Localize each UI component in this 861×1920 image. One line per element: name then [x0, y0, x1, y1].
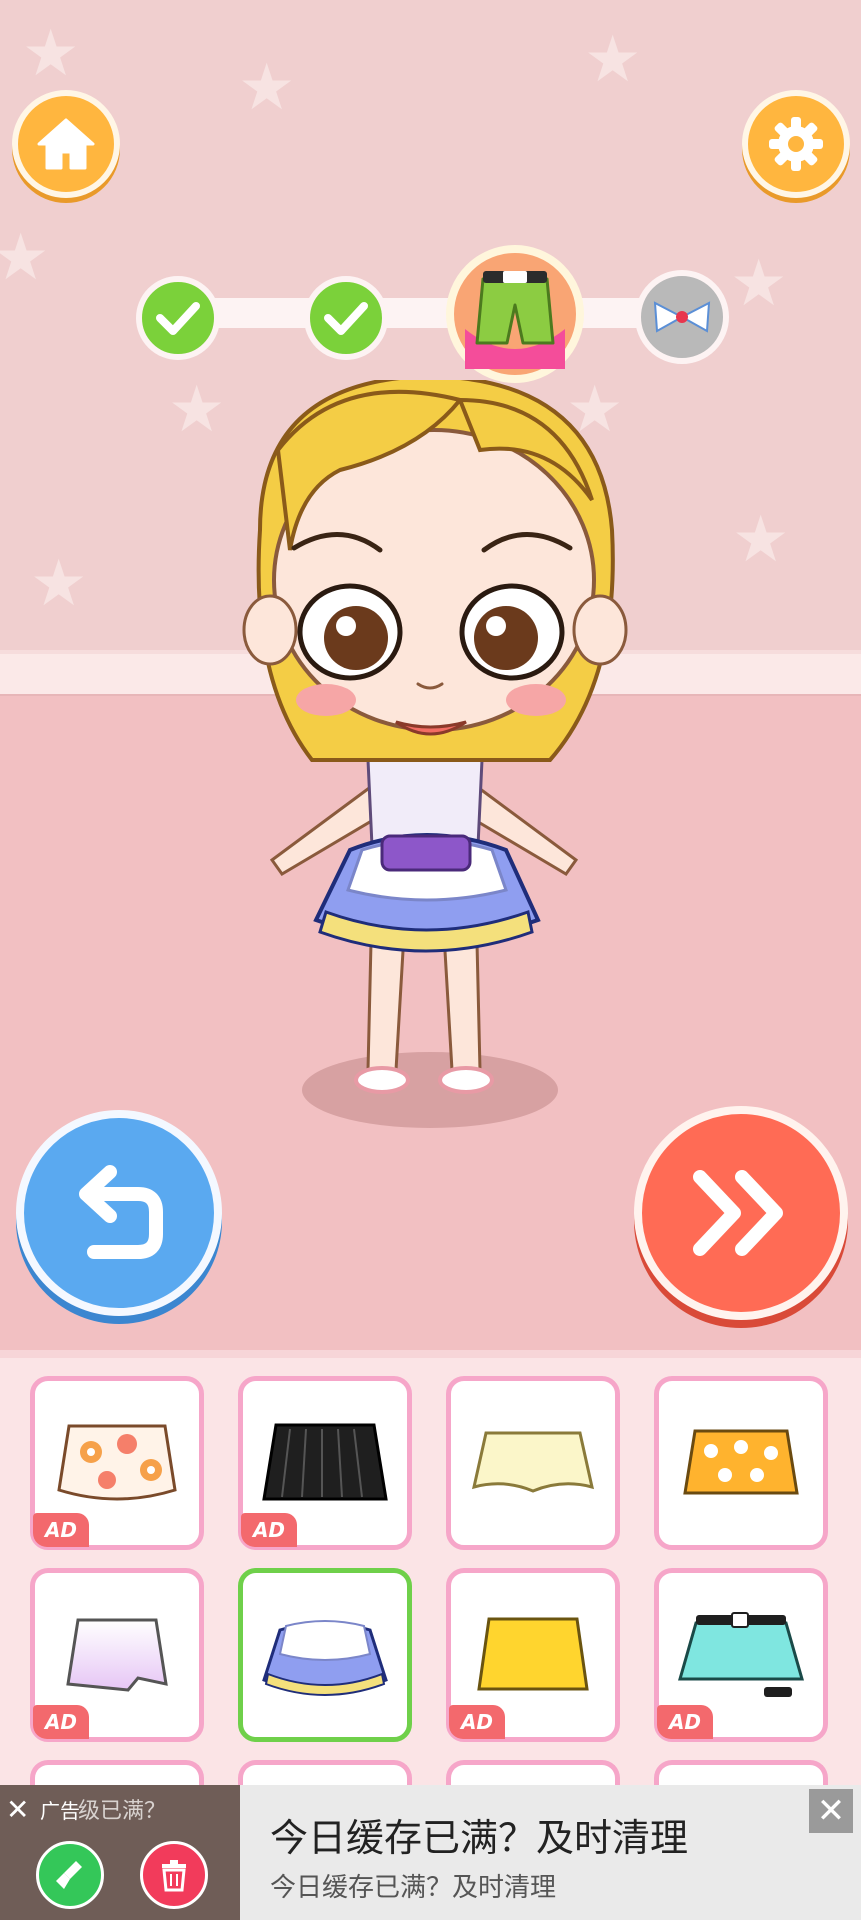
ad-banner[interactable]: ✕ 级已满？ 广告 今日缓存已满？及时清理 今日缓存已满？及时清理 ✕: [0, 1785, 861, 1920]
star-decoration: ★: [0, 221, 50, 295]
double-chevron-right-icon: [693, 1170, 783, 1256]
bow-icon: [653, 301, 711, 333]
blue-ruffle-skirt-icon: [262, 1620, 388, 1696]
star-decoration: ★: [584, 23, 642, 97]
ad-badge: AD: [241, 1513, 297, 1547]
item-yellow-skirt[interactable]: AD: [446, 1568, 620, 1742]
shorts-icon: [465, 271, 565, 369]
progress-track: [170, 298, 690, 328]
house-icon: [37, 118, 95, 170]
clean-button[interactable]: [36, 1841, 104, 1909]
yellow-skirt-icon: [477, 1617, 589, 1691]
ad-badge: AD: [33, 1513, 89, 1547]
doll-character: [242, 380, 628, 1128]
orange-polka-dot-skirt-icon: [683, 1429, 799, 1495]
doll-top: [366, 750, 484, 848]
dress-up-scene: ★ ★ ★ ★ ★ ★ ★ ★ ★: [0, 0, 861, 1350]
item-cream-skirt[interactable]: [446, 1376, 620, 1550]
item-teal-belted-skirt[interactable]: AD: [654, 1568, 828, 1742]
undo-button[interactable]: [16, 1110, 222, 1316]
ad-thumbnail: ✕ 级已满？ 广告: [0, 1785, 240, 1920]
wardrobe-panel: AD AD AD AD AD: [0, 1350, 861, 1793]
checkmark-icon: [324, 302, 368, 335]
item-black-pleated-skirt[interactable]: AD: [238, 1376, 412, 1550]
floral-skirt-icon: [57, 1424, 177, 1501]
ad-badge: AD: [657, 1705, 713, 1739]
item-floral-skirt[interactable]: AD: [30, 1376, 204, 1550]
star-decoration: ★: [732, 503, 790, 577]
progress-step-1: [136, 276, 220, 360]
settings-button[interactable]: [742, 90, 850, 198]
star-decoration: ★: [30, 547, 88, 621]
progress-step-2: [304, 276, 388, 360]
ad-badge: AD: [33, 1705, 89, 1739]
star-decoration: ★: [22, 17, 80, 91]
ad-faded-text: 级已满？: [78, 1799, 167, 1824]
ad-label: 广告: [40, 1799, 80, 1823]
undo-arrow-icon: [79, 1165, 163, 1259]
star-decoration: ★: [168, 373, 226, 447]
progress-step-upcoming: [635, 270, 729, 364]
ad-badge: AD: [449, 1705, 505, 1739]
doll-head: [242, 380, 628, 762]
close-icon[interactable]: ✕: [6, 1793, 29, 1826]
doll-shadow: [302, 1052, 558, 1128]
trash-icon: [162, 1860, 186, 1892]
doll-skirt: [313, 833, 541, 953]
item-lilac-skirt[interactable]: AD: [30, 1568, 204, 1742]
progress-step-current: [446, 245, 584, 383]
wardrobe-grid: AD AD AD AD AD: [30, 1376, 836, 1793]
ad-title[interactable]: 今日缓存已满？及时清理: [270, 1807, 688, 1862]
broom-icon: [56, 1861, 82, 1889]
cream-skirt-icon: [472, 1431, 594, 1493]
ad-subtitle[interactable]: 今日缓存已满？及时清理: [270, 1867, 556, 1904]
black-pleated-skirt-icon: [262, 1423, 388, 1501]
item-blue-ruffle-skirt[interactable]: [238, 1568, 412, 1742]
home-button[interactable]: [12, 90, 120, 198]
star-decoration: ★: [238, 51, 296, 125]
teal-belted-skirt-icon: [678, 1612, 804, 1697]
lilac-skirt-icon: [66, 1618, 168, 1692]
star-decoration: ★: [730, 247, 788, 321]
gear-icon: [769, 117, 823, 171]
next-button[interactable]: [634, 1106, 848, 1320]
delete-button[interactable]: [140, 1841, 208, 1909]
item-orange-polka-dot-skirt[interactable]: [654, 1376, 828, 1550]
ad-dismiss-button[interactable]: ✕: [809, 1789, 853, 1833]
checkmark-icon: [156, 302, 200, 335]
